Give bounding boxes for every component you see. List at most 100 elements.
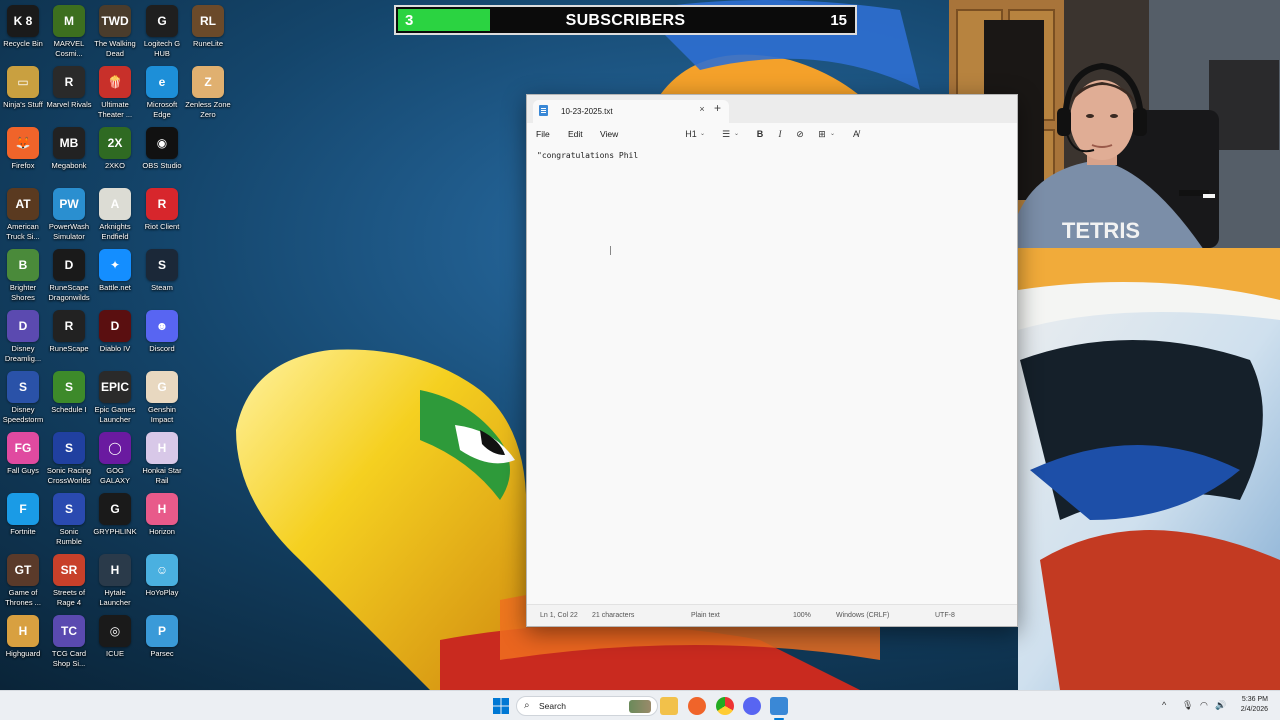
- desktop-icon[interactable]: Z Zenless Zone Zero: [185, 66, 231, 124]
- notepad-text-area[interactable]: "congratulations Phil: [537, 151, 638, 160]
- desktop-icon-label: Genshin Impact: [148, 405, 176, 424]
- desktop-icon[interactable]: R Riot Client: [139, 188, 185, 246]
- menu-edit[interactable]: Edit: [568, 129, 583, 139]
- firefox-icon[interactable]: [688, 697, 706, 715]
- desktop-icon[interactable]: AT American Truck Si...: [0, 188, 46, 246]
- clear-formatting-icon[interactable]: A̸: [849, 129, 863, 139]
- tab-close-icon[interactable]: ×: [696, 104, 708, 114]
- status-format[interactable]: Plain text: [691, 612, 720, 619]
- menu-view[interactable]: View: [600, 129, 618, 139]
- desktop-icon[interactable]: D Diablo IV: [92, 310, 138, 368]
- menu-file[interactable]: File: [536, 129, 550, 139]
- desktop-icon[interactable]: G Logitech G HUB: [139, 5, 185, 63]
- desktop-icon[interactable]: R Marvel Rivals: [46, 66, 92, 124]
- desktop-icon[interactable]: ☻ Discord: [139, 310, 185, 368]
- list-icon[interactable]: ☰: [719, 129, 733, 140]
- desktop-icon[interactable]: 🍿 Ultimate Theater ...: [92, 66, 138, 124]
- discord-icon[interactable]: [743, 697, 761, 715]
- app-icon: FG: [7, 432, 39, 464]
- desktop-icon[interactable]: ▭ Ninja's Stuff: [0, 66, 46, 124]
- new-tab-button[interactable]: +: [714, 101, 721, 115]
- desktop-icon[interactable]: F Fortnite: [0, 493, 46, 551]
- table-icon[interactable]: ⊞: [815, 129, 829, 140]
- desktop-icon[interactable]: D Disney Dreamlig...: [0, 310, 46, 368]
- desktop-icon[interactable]: R RuneScape: [46, 310, 92, 368]
- webcam-shirt-text: TETRIS: [1062, 218, 1140, 243]
- desktop-icon[interactable]: RL RuneLite: [185, 5, 231, 63]
- status-zoom[interactable]: 100%: [793, 612, 811, 619]
- desktop-icon[interactable]: FG Fall Guys: [0, 432, 46, 490]
- app-icon: R: [146, 188, 178, 220]
- app-icon: TWD: [99, 5, 131, 37]
- desktop-icon-label: TCG Card Shop Si...: [51, 649, 87, 668]
- desktop-icon[interactable]: S Sonic Racing CrossWorlds: [46, 432, 92, 490]
- desktop-icon-label: Zenless Zone Zero: [185, 100, 231, 119]
- start-button[interactable]: [492, 697, 510, 715]
- desktop-icon[interactable]: H Hytale Launcher: [92, 554, 138, 612]
- status-characters: 21 characters: [592, 612, 635, 619]
- desktop-icon[interactable]: S Sonic Rumble: [46, 493, 92, 551]
- app-icon: ☺: [146, 554, 178, 586]
- tray-overflow-chevron-icon[interactable]: ^: [1162, 700, 1166, 710]
- taskbar-clock[interactable]: 5:36 PM 2/4/2026: [1241, 695, 1268, 715]
- desktop-icon[interactable]: ◎ ICUE: [92, 615, 138, 673]
- desktop-icon[interactable]: EPIC Epic Games Launcher: [92, 371, 138, 429]
- desktop-icon[interactable]: 2X 2XKO: [92, 127, 138, 185]
- app-icon: D: [7, 310, 39, 342]
- chevron-down-icon[interactable]: ⌄: [830, 130, 835, 137]
- desktop-icon[interactable]: D RuneScape Dragonwilds: [46, 249, 92, 307]
- app-icon: 🍿: [99, 66, 131, 98]
- desktop-icon[interactable]: G Genshin Impact: [139, 371, 185, 429]
- desktop-icon[interactable]: TWD The Walking Dead: [92, 5, 138, 63]
- chrome-icon[interactable]: [716, 697, 734, 715]
- desktop-icon[interactable]: ☺ HoYoPlay: [139, 554, 185, 612]
- notepad-titlebar[interactable]: 10-23-2025.txt × +: [527, 95, 1017, 123]
- link-icon[interactable]: ⊘: [793, 129, 807, 140]
- desktop-icon[interactable]: GT Game of Thrones ...: [0, 554, 46, 612]
- desktop-icon-label: Steam: [151, 283, 173, 292]
- desktop-icon-label: 2XKO: [104, 161, 125, 170]
- desktop-icon[interactable]: TC TCG Card Shop Si...: [46, 615, 92, 673]
- chevron-down-icon[interactable]: ⌄: [734, 130, 739, 137]
- desktop-icon[interactable]: H Highguard: [0, 615, 46, 673]
- file-explorer-icon[interactable]: [660, 697, 678, 715]
- desktop-icon[interactable]: S Schedule I: [46, 371, 92, 429]
- bold-button[interactable]: B: [753, 129, 767, 139]
- chevron-down-icon[interactable]: ⌄: [700, 130, 705, 137]
- desktop-icon[interactable]: A Arknights Endfield: [92, 188, 138, 246]
- desktop-icon[interactable]: ◉ OBS Studio: [139, 127, 185, 185]
- wifi-icon[interactable]: ◠: [1200, 700, 1208, 711]
- desktop-icon[interactable]: ✦ Battle.net: [92, 249, 138, 307]
- status-line-ending[interactable]: Windows (CRLF): [836, 612, 889, 619]
- desktop-icon[interactable]: S Steam: [139, 249, 185, 307]
- desktop-icon[interactable]: MB Megabonk: [46, 127, 92, 185]
- notepad-tab-title: 10-23-2025.txt: [561, 107, 613, 116]
- desktop-icon-label: GRYPHLINK: [93, 527, 137, 536]
- desktop-icon[interactable]: H Honkai Star Rail: [139, 432, 185, 490]
- desktop-icon[interactable]: e Microsoft Edge: [139, 66, 185, 124]
- desktop-icon-label: Riot Client: [144, 222, 180, 231]
- italic-button[interactable]: I: [773, 129, 787, 139]
- volume-icon[interactable]: 🔊: [1215, 700, 1226, 711]
- desktop-icon[interactable]: S Disney Speedstorm: [0, 371, 46, 429]
- desktop-icon[interactable]: SR Streets of Rage 4: [46, 554, 92, 612]
- notepad-window[interactable]: 10-23-2025.txt × + File Edit View H1 ⌄ ☰…: [526, 94, 1018, 627]
- desktop-icon[interactable]: M MARVEL Cosmi...: [46, 5, 92, 63]
- status-encoding[interactable]: UTF-8: [935, 612, 955, 619]
- desktop-icon[interactable]: K 8 Recycle Bin: [0, 5, 46, 63]
- heading-button[interactable]: H1: [684, 129, 698, 139]
- desktop-icon[interactable]: B Brighter Shores: [0, 249, 46, 307]
- desktop-icon[interactable]: 🦊 Firefox: [0, 127, 46, 185]
- app-icon: AT: [7, 188, 39, 220]
- taskbar-search-box[interactable]: ⌕ Search: [516, 696, 658, 716]
- subscriber-goal-bar: 3 SUBSCRIBERS 15: [394, 5, 857, 35]
- desktop-icon[interactable]: P Parsec: [139, 615, 185, 673]
- microphone-icon[interactable]: 🎙: [1182, 700, 1193, 711]
- desktop-icon[interactable]: H Horizon: [139, 493, 185, 551]
- notepad-taskbar-icon[interactable]: [770, 697, 788, 715]
- desktop-icon[interactable]: ◯ GOG GALAXY: [92, 432, 138, 490]
- desktop-icon-label: Parsec: [150, 649, 174, 658]
- notepad-tab[interactable]: 10-23-2025.txt ×: [533, 100, 729, 123]
- desktop-icon[interactable]: PW PowerWash Simulator: [46, 188, 92, 246]
- desktop-icon[interactable]: G GRYPHLINK: [92, 493, 138, 551]
